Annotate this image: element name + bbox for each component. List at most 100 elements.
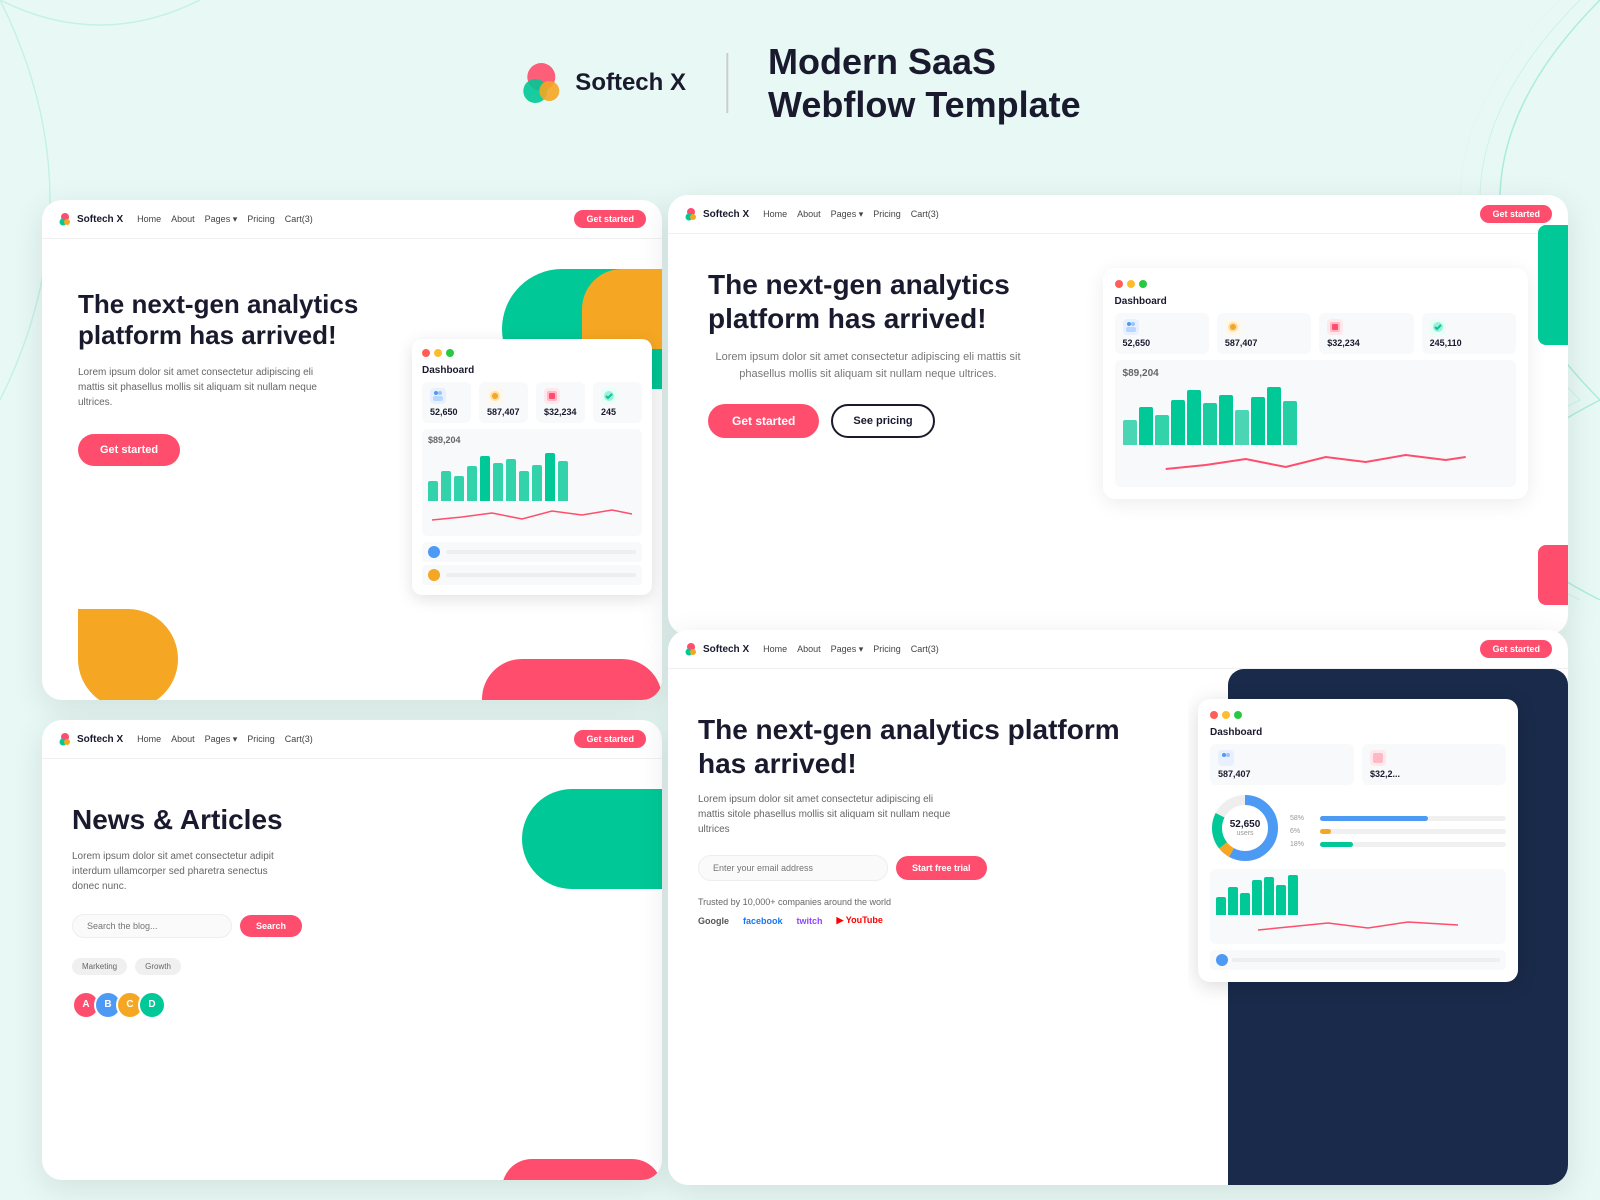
sparkline: [428, 505, 636, 525]
bar: [428, 481, 438, 501]
card4-body: The next-gen analytics platform has arri…: [668, 669, 1568, 1185]
blog-search-input[interactable]: [72, 914, 232, 938]
email-input[interactable]: [698, 855, 888, 881]
card-top-right: Softech X Home About Pages ▾ Pricing Car…: [668, 195, 1568, 635]
bar: [1267, 387, 1281, 445]
stat-icon: [1123, 319, 1139, 335]
stat-value: $32,2...: [1370, 769, 1498, 779]
card1-cta-btn[interactable]: Get started: [78, 434, 180, 466]
bar-chart: [428, 451, 636, 501]
stat-icon: [487, 388, 503, 404]
bar: [480, 456, 490, 501]
card2-dashboard: Dashboard 52,650 587,407: [1103, 268, 1528, 499]
card4-trial-btn[interactable]: Start free trial: [896, 856, 987, 880]
card3-logo: Softech X: [58, 732, 123, 746]
card3-nav-links: Home About Pages ▾ Pricing Cart(3): [137, 734, 313, 745]
stat-icon: [601, 388, 617, 404]
card3-desc: Lorem ipsum dolor sit amet consectetur a…: [72, 849, 292, 894]
stat-value: 587,407: [1218, 769, 1346, 779]
bar: [493, 463, 503, 501]
card3-search-bar: Search: [72, 914, 432, 938]
stat-value: 245: [601, 407, 634, 417]
card4-email-row: Start free trial: [698, 855, 1158, 881]
stat-item: $32,2...: [1362, 744, 1506, 785]
card1-nav: Softech X Home About Pages ▾ Pricing Car…: [42, 200, 662, 239]
card3-content: News & Articles Lorem ipsum dolor sit am…: [42, 759, 462, 1180]
bar: [1219, 395, 1233, 445]
card1-dashboard: Dashboard 52,650 587,407: [412, 339, 652, 595]
stat-item: 587,407: [479, 382, 528, 423]
card2-green-edge: [1538, 225, 1568, 345]
blog-search-btn[interactable]: Search: [240, 915, 302, 937]
stat-item: 587,407: [1210, 744, 1354, 785]
card2-primary-btn[interactable]: Get started: [708, 404, 819, 438]
card3-title: News & Articles: [72, 803, 432, 837]
card1-hero: The next-gen analytics platform has arri…: [42, 239, 662, 700]
card4-get-started-btn[interactable]: Get started: [1480, 640, 1552, 658]
card2-dashboard-area: Dashboard 52,650 587,407: [1103, 258, 1528, 499]
stat-value: 587,407: [1225, 338, 1303, 348]
user-row: [1210, 950, 1506, 970]
brand-name: Softech X: [575, 69, 686, 97]
card-bottom-left: Softech X Home About Pages ▾ Pricing Car…: [42, 720, 662, 1180]
stat-icon: [544, 388, 560, 404]
card3-right-panel: [462, 759, 662, 1180]
card2-nav-links: Home About Pages ▾ Pricing Cart(3): [763, 209, 939, 220]
card2-buttons: Get started See pricing: [708, 404, 1063, 438]
bar-chart-mini: [1216, 875, 1500, 915]
stat-value: 52,650: [1123, 338, 1201, 348]
brand-google: Google: [698, 916, 729, 926]
category-badges: Marketing Growth: [72, 958, 432, 975]
card1-nav-links: Home About Pages ▾ Pricing Cart(3): [137, 214, 313, 225]
user-bar: [446, 550, 636, 554]
card4-right-panel: Dashboard 587,407 $32,2...: [1188, 669, 1568, 1185]
card3-red-shape: [502, 1159, 662, 1180]
card2-body: The next-gen analytics platform has arri…: [668, 234, 1568, 523]
card2-get-started-btn[interactable]: Get started: [1480, 205, 1552, 223]
stat-item: 587,407: [1217, 313, 1311, 354]
stat-item: 245: [593, 382, 642, 423]
avatar: D: [138, 991, 166, 1019]
progress-fill: [1320, 842, 1353, 847]
card3-get-started-btn[interactable]: Get started: [574, 730, 646, 748]
bar: [1283, 401, 1297, 445]
bar: [1216, 897, 1226, 915]
card1-right-panel: Dashboard 52,650 587,407: [402, 239, 662, 700]
card3-green-shape: [522, 789, 662, 889]
card1-content: The next-gen analytics platform has arri…: [42, 239, 402, 700]
card4-nav-links: Home About Pages ▾ Pricing Cart(3): [763, 644, 939, 655]
brand-logos: Google facebook twitch ▶ YouTube: [698, 915, 1158, 926]
stat-item: 245,110: [1422, 313, 1516, 354]
card1-stats-row: 52,650 587,407 $32,234: [422, 382, 642, 423]
bar-chart-lg: [1123, 385, 1508, 445]
stat-value: 587,407: [487, 407, 520, 417]
avatar-small: [1216, 954, 1228, 966]
stat-item: $32,234: [536, 382, 585, 423]
dot-green: [1234, 711, 1242, 719]
brand-youtube: ▶ YouTube: [837, 915, 883, 926]
card1-orange-corner: [582, 269, 662, 349]
progress-bg: [1320, 829, 1506, 834]
dot-red: [422, 349, 430, 357]
card2-logo: Softech X: [684, 207, 749, 221]
card4-title: The next-gen analytics platform has arri…: [698, 713, 1158, 780]
bar: [1240, 893, 1250, 915]
progress-bars: 58% 6% 18%: [1290, 809, 1506, 848]
bar: [1252, 880, 1262, 915]
dot-green: [446, 349, 454, 357]
bar: [454, 476, 464, 501]
progress-label: 18%: [1290, 841, 1310, 848]
bar: [1187, 390, 1201, 445]
stat-value: $32,234: [544, 407, 577, 417]
card1-get-started-btn[interactable]: Get started: [574, 210, 646, 228]
bar: [441, 471, 451, 501]
progress-row: 18%: [1290, 841, 1506, 848]
card2-secondary-btn[interactable]: See pricing: [831, 404, 934, 438]
category-badge: Marketing: [72, 958, 127, 975]
bar: [1203, 403, 1217, 445]
progress-row: 6%: [1290, 828, 1506, 835]
dot-yellow: [1222, 711, 1230, 719]
stat-icon: [1327, 319, 1343, 335]
card4-content: The next-gen analytics platform has arri…: [668, 669, 1188, 1185]
bar: [1276, 885, 1286, 915]
